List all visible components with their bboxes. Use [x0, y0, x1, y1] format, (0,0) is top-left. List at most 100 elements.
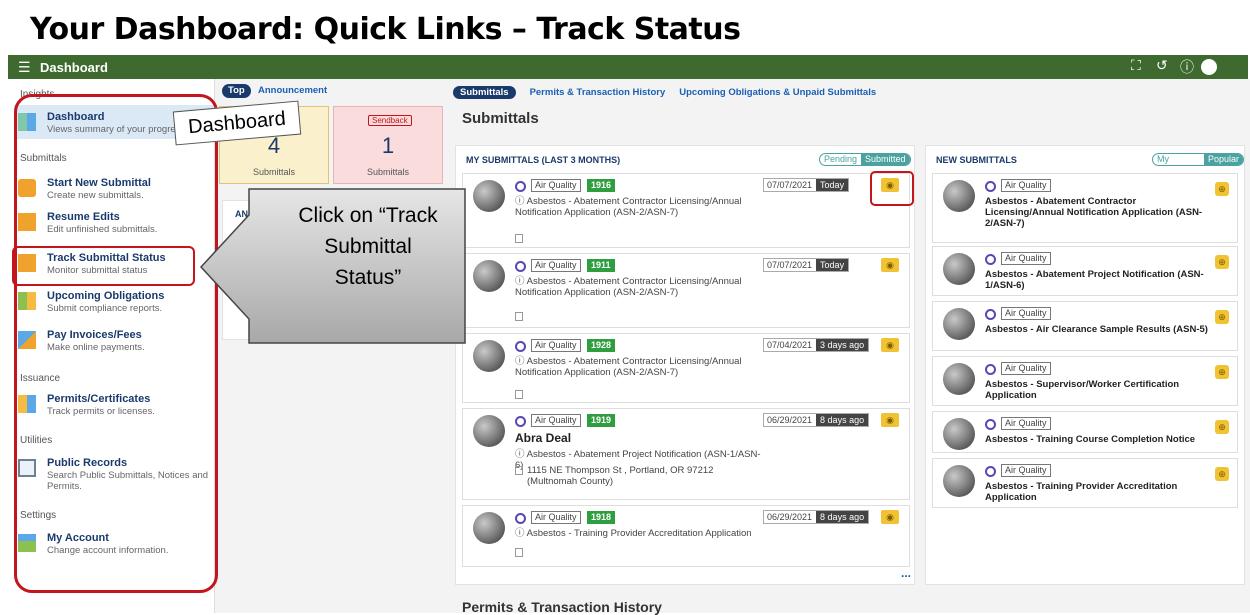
submittal-number: 1918: [587, 511, 616, 524]
submittal-number: 1916: [587, 179, 616, 192]
submittal-name: Abra Deal: [515, 431, 572, 445]
status-circle-icon: [515, 513, 526, 524]
avatar: [473, 260, 505, 292]
status-circle-icon: [985, 309, 996, 320]
avatar: [473, 180, 505, 212]
document-icon: [515, 548, 523, 557]
avatar: [473, 340, 505, 372]
app-header: ☰ Dashboard ⛶ ↺ ⓘ: [8, 55, 1248, 79]
view-eye-icon[interactable]: ◉: [881, 510, 899, 524]
app-title: Dashboard: [40, 59, 108, 75]
card-label: Submittals: [366, 167, 410, 177]
submittal-date: 07/07/2021 Today: [763, 178, 850, 192]
page-title: Submittals: [462, 110, 539, 127]
list-item[interactable]: Air Quality Asbestos - Training Course C…: [932, 411, 1238, 453]
more-link[interactable]: ...: [901, 566, 911, 580]
list-item[interactable]: Air Quality Asbestos - Air Clearance Sam…: [932, 301, 1238, 351]
tab-top[interactable]: Top: [222, 84, 251, 98]
category-tag: Air Quality: [531, 339, 581, 352]
category-tag: Air Quality: [1001, 307, 1051, 320]
category-tag: Air Quality: [531, 259, 581, 272]
submittal-description: ⓘ Asbestos - Abatement Contractor Licens…: [515, 196, 742, 218]
document-icon: [515, 234, 523, 243]
document-icon: [515, 312, 523, 321]
category-tag: Air Quality: [1001, 362, 1051, 375]
sendback-count-card[interactable]: Sendback 1 Submittals: [333, 106, 443, 184]
avatar: [943, 180, 975, 212]
submittal-date: 07/04/2021 3 days ago: [763, 338, 870, 352]
avatar: [473, 512, 505, 544]
submittal-title: Asbestos - Abatement Project Notificatio…: [985, 269, 1204, 291]
highlight-track-submittal: [12, 246, 195, 286]
highlight-view-icon: [870, 171, 914, 206]
list-item[interactable]: Air Quality 1916 ⓘ Asbestos - Abatement …: [462, 173, 910, 248]
status-circle-icon: [515, 341, 526, 352]
favorites-toggle[interactable]: My Favorite Popular: [1152, 153, 1244, 166]
add-favorite-icon[interactable]: ⊕: [1215, 420, 1229, 434]
add-favorite-icon[interactable]: ⊕: [1215, 467, 1229, 481]
submittal-number: 1928: [587, 339, 616, 352]
tab-announcement[interactable]: Announcement: [252, 84, 333, 98]
toggle-submitted[interactable]: Submitted: [861, 154, 910, 165]
avatar: [473, 415, 505, 447]
submittal-date: 06/29/2021 8 days ago: [763, 510, 870, 524]
avatar: [943, 465, 975, 497]
category-tag: Air Quality: [1001, 252, 1051, 265]
category-tag: Air Quality: [531, 511, 581, 524]
card-label: Submittals: [252, 167, 296, 177]
status-circle-icon: [515, 181, 526, 192]
panel-heading: NEW SUBMITTALS: [936, 155, 1017, 165]
submittal-date: 07/07/2021 Today: [763, 258, 850, 272]
list-item[interactable]: Air Quality 1928 ⓘ Asbestos - Abatement …: [462, 333, 910, 403]
submittal-date: 06/29/2021 8 days ago: [763, 413, 870, 427]
submittal-description: ⓘ Asbestos - Abatement Contractor Licens…: [515, 276, 742, 298]
history-icon[interactable]: ↺: [1156, 57, 1168, 74]
list-item[interactable]: Air Quality 1911 ⓘ Asbestos - Abatement …: [462, 253, 910, 328]
view-eye-icon[interactable]: ◉: [881, 413, 899, 427]
add-favorite-icon[interactable]: ⊕: [1215, 255, 1229, 269]
category-tag: Air Quality: [531, 179, 581, 192]
callout-track-status: Click on “Track Submittal Status”: [298, 204, 438, 289]
list-item[interactable]: Air Quality 1919 Abra Deal ⓘ Asbestos - …: [462, 408, 910, 500]
add-favorite-icon[interactable]: ⊕: [1215, 310, 1229, 324]
list-item[interactable]: Air Quality Asbestos - Supervisor/Worker…: [932, 356, 1238, 406]
toggle-popular[interactable]: Popular: [1203, 154, 1243, 165]
submittal-description: ⓘ Asbestos - Abatement Contractor Licens…: [515, 356, 742, 378]
submittal-title: Asbestos - Training Provider Accreditati…: [985, 481, 1178, 503]
status-circle-icon: [515, 416, 526, 427]
document-icon: [515, 390, 523, 399]
submittal-description: ⓘ Asbestos - Training Provider Accredita…: [515, 528, 752, 539]
status-circle-icon: [515, 261, 526, 272]
category-tag: Air Quality: [531, 414, 581, 427]
panel-heading: MY SUBMITTALS (LAST 3 MONTHS): [466, 155, 621, 165]
tab-upcoming-obligations[interactable]: Upcoming Obligations & Unpaid Submittals: [679, 87, 876, 98]
tab-submittals[interactable]: Submittals: [453, 85, 516, 99]
submittal-title: Asbestos - Abatement Contractor Licensin…: [985, 196, 1203, 229]
view-eye-icon[interactable]: ◉: [881, 338, 899, 352]
add-favorite-icon[interactable]: ⊕: [1215, 182, 1229, 196]
help-icon[interactable]: ⓘ: [1180, 57, 1194, 77]
fullscreen-icon[interactable]: ⛶: [1131, 57, 1141, 74]
highlight-sidebar-frame: [14, 94, 218, 593]
main-tabs: Submittals Permits & Transaction History…: [453, 84, 876, 100]
list-item[interactable]: Air Quality Asbestos - Abatement Project…: [932, 246, 1238, 296]
submittal-title: Asbestos - Supervisor/Worker Certificati…: [985, 379, 1180, 401]
view-eye-icon[interactable]: ◉: [881, 258, 899, 272]
location-icon: [515, 466, 523, 475]
category-tag: Air Quality: [1001, 417, 1051, 430]
submittal-address: 1115 NE Thompson St , Portland, OR 97212…: [527, 465, 714, 487]
status-toggle[interactable]: Pending Submitted: [819, 153, 911, 166]
list-item[interactable]: Air Quality Asbestos - Training Provider…: [932, 458, 1238, 508]
toggle-pending[interactable]: Pending: [820, 154, 861, 165]
list-item[interactable]: Air Quality Asbestos - Abatement Contrac…: [932, 173, 1238, 243]
hamburger-menu-icon[interactable]: ☰: [18, 59, 34, 76]
user-icon[interactable]: [1201, 59, 1217, 75]
status-circle-icon: [985, 419, 996, 430]
submittal-title: Asbestos - Training Course Completion No…: [985, 434, 1196, 445]
add-favorite-icon[interactable]: ⊕: [1215, 365, 1229, 379]
sendback-badge: Sendback: [368, 115, 412, 126]
submittal-number: 1911: [587, 259, 615, 272]
list-item[interactable]: Air Quality 1918 ⓘ Asbestos - Training P…: [462, 505, 910, 567]
tab-permits-history[interactable]: Permits & Transaction History: [530, 87, 666, 98]
toggle-my-favorite[interactable]: My Favorite: [1153, 154, 1204, 165]
